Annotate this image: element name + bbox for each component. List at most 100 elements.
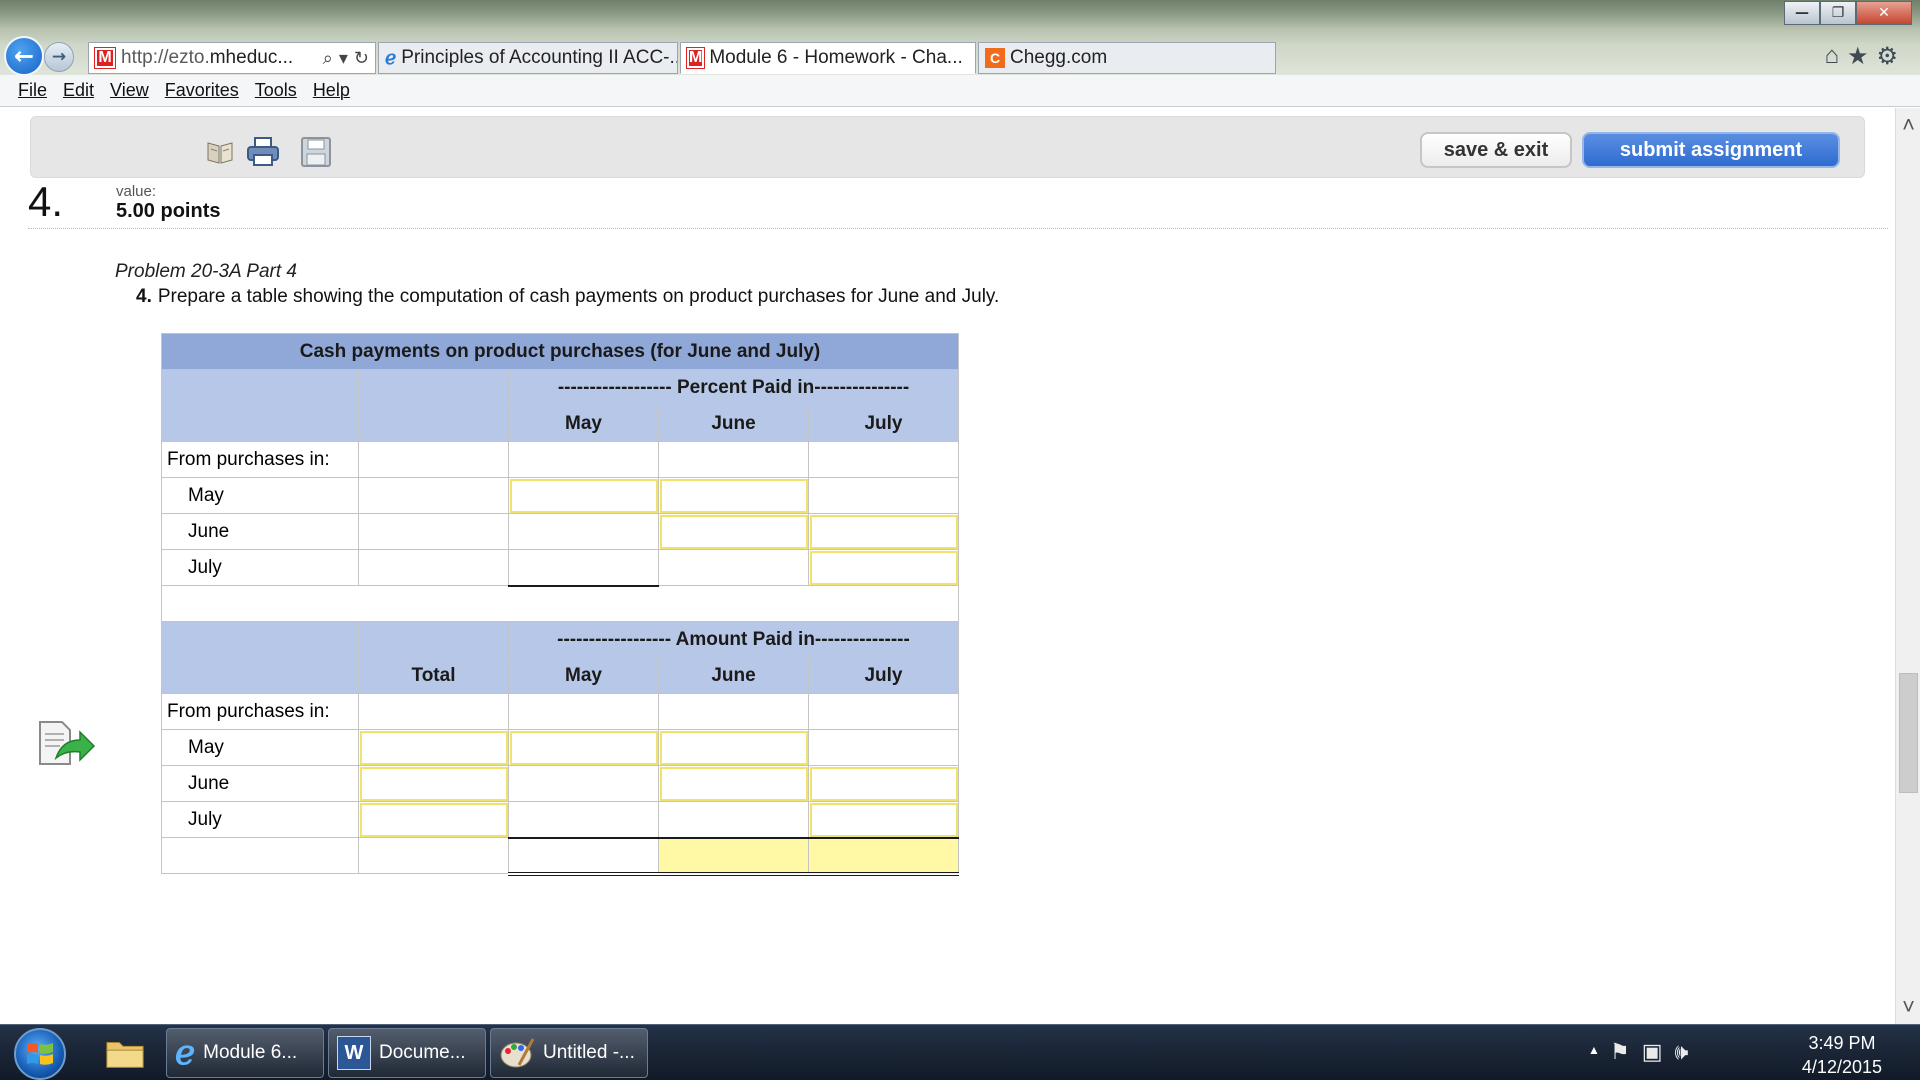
total-july-input[interactable]: [808, 837, 959, 876]
table-cell: [508, 837, 659, 876]
amount-paid-header: ------------------ Amount Paid in-------…: [508, 621, 959, 658]
table-cell: [658, 549, 809, 586]
menu-favorites[interactable]: Favorites: [165, 80, 239, 101]
header-blank: [358, 405, 509, 442]
amount-july-july-input[interactable]: [808, 801, 959, 839]
amount-july-total-input[interactable]: [358, 801, 509, 838]
instruction-text: Prepare a table showing the computation …: [157, 286, 1000, 307]
col-header-june: June: [658, 657, 809, 694]
menu-tools[interactable]: Tools: [255, 80, 297, 101]
taskbar-file-explorer[interactable]: [96, 1028, 154, 1078]
menu-file[interactable]: File: [18, 80, 47, 101]
windows-taskbar: ℯ Module 6... W Docume... Untitled -... …: [0, 1024, 1920, 1080]
book-icon[interactable]: [203, 135, 237, 169]
menu-edit[interactable]: Edit: [63, 80, 94, 101]
amount-may-may-input[interactable]: [508, 729, 659, 766]
tab-chegg[interactable]: C Chegg.com: [978, 42, 1276, 74]
percent-may-june-input[interactable]: [658, 477, 809, 514]
system-tray: ▲ ⚑ ▣ 🕪 3:49 PM 4/12/2015: [1580, 1025, 1920, 1080]
taskbar-untitled-paint[interactable]: Untitled -...: [490, 1028, 648, 1078]
row-label-july: July: [161, 549, 359, 586]
col-header-may: May: [508, 657, 659, 694]
action-center-flag-icon[interactable]: ⚑: [1610, 1039, 1630, 1065]
menu-help[interactable]: Help: [313, 80, 350, 101]
section-divider: [28, 228, 1888, 229]
tab-label: Module 6 - Homework - Cha...: [709, 47, 963, 68]
file-explorer-icon: [106, 1042, 144, 1068]
table-cell: [508, 549, 659, 587]
table-cell: [508, 765, 659, 802]
home-icon[interactable]: ⌂: [1824, 42, 1839, 71]
tab-principles-of-accounting[interactable]: ℯ Principles of Accounting II ACC-...: [378, 42, 678, 74]
show-hidden-icons-arrow[interactable]: ▲: [1588, 1043, 1600, 1057]
save-and-exit-button[interactable]: save & exit: [1420, 132, 1572, 168]
percent-july-july-input[interactable]: [808, 549, 959, 586]
start-button[interactable]: [14, 1028, 66, 1080]
header-blank: [161, 621, 359, 658]
amount-may-june-input[interactable]: [658, 729, 809, 766]
instruction-number: 4.: [136, 286, 152, 307]
col-header-july: July: [808, 405, 959, 442]
taskbar-module-6[interactable]: ℯ Module 6...: [166, 1028, 324, 1078]
search-icon[interactable]: ⌕: [323, 48, 333, 69]
table-cell: [808, 693, 959, 730]
mcgraw-hill-icon: M: [94, 47, 116, 69]
col-header-may: May: [508, 405, 659, 442]
amount-june-june-input[interactable]: [658, 765, 809, 802]
row-label-july: July: [161, 801, 359, 838]
ie-icon: ℯ: [385, 47, 397, 69]
problem-title: Problem 20-3A Part 4: [115, 261, 297, 282]
print-icon[interactable]: [246, 135, 280, 169]
close-window-button[interactable]: ✕: [1856, 1, 1912, 25]
total-june-input[interactable]: [658, 837, 809, 876]
paint-icon: [500, 1038, 535, 1068]
table-cell: [808, 441, 959, 478]
percent-may-may-input[interactable]: [508, 477, 659, 514]
tab-label: Principles of Accounting II ACC-...: [401, 47, 678, 68]
reference-document-icon[interactable]: [36, 718, 98, 772]
col-header-july: July: [808, 657, 959, 694]
browser-toolbar-icons: ⌂ ★ ⚙: [1824, 42, 1898, 71]
scroll-up-arrow-icon[interactable]: ˄: [1896, 110, 1920, 140]
address-bar[interactable]: M http://ezto.mheduc... ⌕ ▾ ↻: [88, 42, 376, 74]
back-button[interactable]: ←: [4, 36, 44, 76]
save-disk-icon[interactable]: [299, 135, 333, 169]
taskbar-document[interactable]: W Docume...: [328, 1028, 486, 1078]
submit-assignment-button[interactable]: submit assignment: [1582, 132, 1840, 168]
table-cell: [508, 441, 659, 478]
tab-label: Chegg.com: [1010, 47, 1108, 68]
taskbar-label: Untitled -...: [543, 1042, 635, 1063]
percent-june-july-input[interactable]: [808, 513, 959, 550]
tab-module-6-homework[interactable]: M Module 6 - Homework - Cha... ×: [680, 42, 976, 74]
scrollbar-thumb[interactable]: [1899, 673, 1918, 793]
assignment-toolbar: save & exit submit assignment: [30, 116, 1865, 178]
volume-icon[interactable]: 🕪: [1675, 1039, 1689, 1065]
dropdown-arrow-icon[interactable]: ▾: [339, 48, 348, 69]
taskbar-label: Module 6...: [203, 1042, 298, 1063]
chegg-icon: C: [985, 48, 1005, 68]
header-blank: [161, 369, 359, 406]
question-points: 5.00 points: [116, 200, 221, 222]
col-header-june: June: [658, 405, 809, 442]
amount-june-july-input[interactable]: [808, 765, 959, 802]
network-icon[interactable]: ▣: [1642, 1039, 1663, 1065]
from-purchases-label: From purchases in:: [161, 441, 359, 478]
minimize-button[interactable]: —: [1784, 1, 1820, 25]
header-blank: [161, 657, 359, 694]
arrow-right-icon: →: [51, 47, 67, 67]
menu-view[interactable]: View: [110, 80, 149, 101]
taskbar-clock[interactable]: 3:49 PM 4/12/2015: [1802, 1031, 1882, 1079]
favorites-star-icon[interactable]: ★: [1847, 42, 1869, 71]
forward-button[interactable]: →: [44, 42, 74, 72]
settings-gear-icon[interactable]: ⚙: [1876, 42, 1898, 71]
percent-june-june-input[interactable]: [658, 513, 809, 550]
from-purchases-label: From purchases in:: [161, 693, 359, 730]
maximize-button[interactable]: ❐: [1820, 1, 1856, 25]
arrow-left-icon: ←: [13, 42, 35, 70]
menu-bar: File Edit View Favorites Tools Help: [0, 75, 1920, 107]
vertical-scrollbar[interactable]: ˄ ˅: [1895, 108, 1920, 1024]
amount-may-total-input[interactable]: [358, 729, 509, 766]
scroll-down-arrow-icon[interactable]: ˅: [1896, 992, 1920, 1022]
amount-june-total-input[interactable]: [358, 765, 509, 802]
refresh-icon[interactable]: ↻: [354, 48, 369, 69]
